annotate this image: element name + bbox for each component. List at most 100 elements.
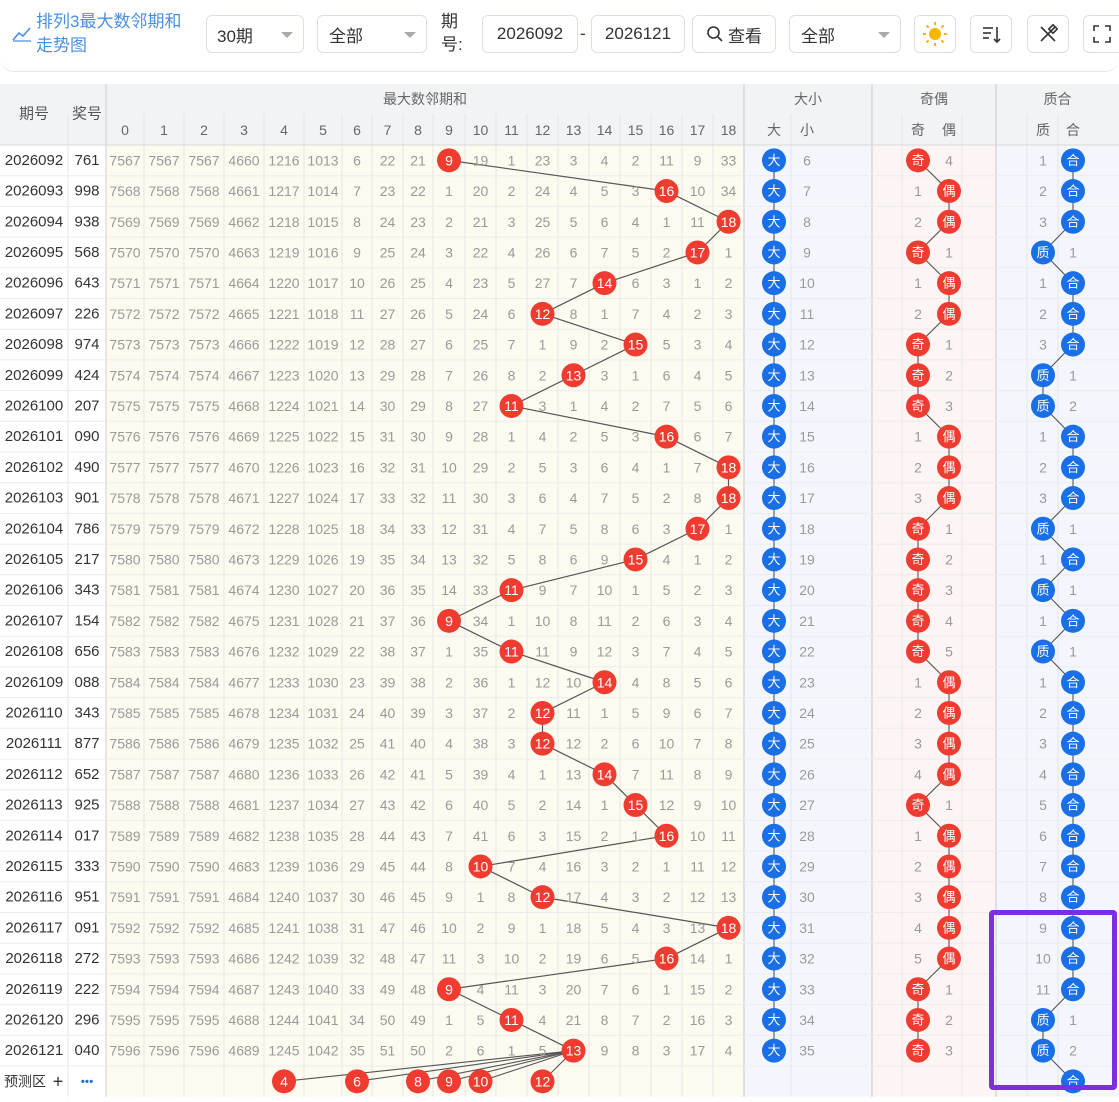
miss-value: 41 xyxy=(380,736,396,752)
parity-ball: 偶 xyxy=(937,424,961,449)
theme-button[interactable] xyxy=(914,15,956,53)
start-issue-input[interactable]: 2026092 xyxy=(482,15,578,53)
miss-value: 8 xyxy=(601,521,609,537)
periods-select[interactable]: 30期 xyxy=(206,15,304,53)
miss-value: 3 xyxy=(725,1012,733,1028)
query-button[interactable]: 查看 xyxy=(692,15,776,53)
prime-miss: 2 xyxy=(1069,398,1077,414)
row-issue: 2026115 xyxy=(5,858,62,875)
miss-value: 7579 xyxy=(188,521,219,537)
parity-ball: 偶 xyxy=(937,854,961,879)
size-ball-label: 大 xyxy=(767,429,780,444)
miss-value: 4 xyxy=(663,551,671,567)
size-ball-label: 大 xyxy=(767,552,780,567)
miss-value: 10 xyxy=(349,275,365,291)
miss-value: 7583 xyxy=(188,644,219,660)
miss-value: 2 xyxy=(632,152,640,168)
size-miss: 15 xyxy=(799,429,815,445)
miss-value: 2 xyxy=(632,398,640,414)
header-main-col: 0 xyxy=(121,122,129,138)
miss-value: 37 xyxy=(380,613,396,629)
parity-ball-label: 奇 xyxy=(911,1043,924,1058)
trend-grid: 期号 奖号最大数邻期和 大小 奇偶 质合0 1 2 3 4 5 6 7 8 9 10 11 12 13 14 15 16… xyxy=(0,84,1119,1097)
miss-value: 8 xyxy=(694,766,702,782)
prime-miss: 1 xyxy=(1039,152,1047,168)
predict-ball-label: 6 xyxy=(353,1073,361,1089)
miss-value: 6 xyxy=(663,613,671,629)
miss-value: 1 xyxy=(663,981,671,997)
size-ball-label: 大 xyxy=(767,828,780,843)
miss-value: 7594 xyxy=(188,981,219,997)
miss-value: 6 xyxy=(477,1043,485,1059)
prime-miss: 1 xyxy=(1069,367,1077,383)
chevron-down-icon xyxy=(878,32,890,38)
miss-value: 4 xyxy=(663,306,671,322)
prime-miss: 3 xyxy=(1039,214,1047,230)
tools-button[interactable] xyxy=(1027,15,1069,53)
miss-value: 4689 xyxy=(228,1043,259,1059)
fullscreen-button[interactable] xyxy=(1083,15,1119,53)
miss-value: 1233 xyxy=(268,674,299,690)
miss-value: 1 xyxy=(601,306,609,322)
miss-value: 28 xyxy=(410,367,426,383)
miss-value: 7568 xyxy=(109,183,140,199)
miss-value: 1037 xyxy=(307,889,338,905)
size-ball-label: 大 xyxy=(767,982,780,997)
prime-ball: 合 xyxy=(1061,209,1085,234)
miss-value: 4680 xyxy=(228,766,259,782)
parity-ball: 奇 xyxy=(906,1038,930,1063)
sort-button[interactable] xyxy=(970,15,1012,53)
miss-value: 4 xyxy=(694,367,702,383)
predict-ball-label: 12 xyxy=(535,1073,551,1089)
row-prize: 333 xyxy=(74,858,99,875)
miss-value: 4 xyxy=(539,429,547,445)
row-issue: 2026109 xyxy=(5,674,63,691)
size-miss: 33 xyxy=(799,981,815,997)
miss-value: 7568 xyxy=(148,183,179,199)
scope-select[interactable]: 全部 xyxy=(317,15,427,53)
miss-value: 2 xyxy=(694,306,702,322)
miss-value: 13 xyxy=(566,766,582,782)
miss-value: 49 xyxy=(410,1012,426,1028)
size-miss: 13 xyxy=(799,367,815,383)
hit-ball-label: 12 xyxy=(535,705,551,721)
miss-value: 1 xyxy=(632,828,640,844)
miss-value: 1029 xyxy=(307,644,338,660)
miss-value: 1 xyxy=(725,521,733,537)
size-ball: 大 xyxy=(762,946,786,971)
parity-ball: 偶 xyxy=(937,670,961,695)
header-issue: 期号 xyxy=(19,106,49,123)
prime-miss: 6 xyxy=(1039,828,1047,844)
hit-ball: 11 xyxy=(499,578,524,603)
miss-value: 7 xyxy=(663,398,671,414)
row-issue: 2026112 xyxy=(5,766,62,783)
miss-value: 8 xyxy=(601,1012,609,1028)
size-miss: 34 xyxy=(799,1012,815,1028)
miss-value: 38 xyxy=(473,736,489,752)
miss-value: 1031 xyxy=(307,705,338,721)
miss-value: 1 xyxy=(632,367,640,383)
miss-value: 1 xyxy=(632,582,640,598)
end-issue-input[interactable]: 2026121 xyxy=(591,15,685,53)
miss-value: 1023 xyxy=(307,459,338,475)
size-miss: 21 xyxy=(799,613,815,629)
parity-miss: 1 xyxy=(945,521,953,537)
row-issue: 2026099 xyxy=(5,367,63,384)
size-ball: 大 xyxy=(762,608,786,633)
miss-value: 7584 xyxy=(109,674,140,690)
filter-select[interactable]: 全部 xyxy=(789,15,901,53)
parity-ball: 奇 xyxy=(906,393,930,418)
miss-value: 32 xyxy=(380,459,396,475)
miss-value: 11 xyxy=(721,828,736,844)
miss-value: 4686 xyxy=(228,951,259,967)
header-size-group: 大小 xyxy=(794,91,822,107)
header-main-col: 13 xyxy=(566,122,582,138)
miss-value: 44 xyxy=(380,828,396,844)
miss-value: 7 xyxy=(508,858,516,874)
size-ball-label: 大 xyxy=(767,491,780,506)
header-main-col: 9 xyxy=(445,122,453,138)
miss-value: 1 xyxy=(508,613,516,629)
miss-value: 25 xyxy=(380,244,396,260)
miss-value: 7583 xyxy=(109,644,140,660)
miss-value: 7576 xyxy=(148,429,179,445)
